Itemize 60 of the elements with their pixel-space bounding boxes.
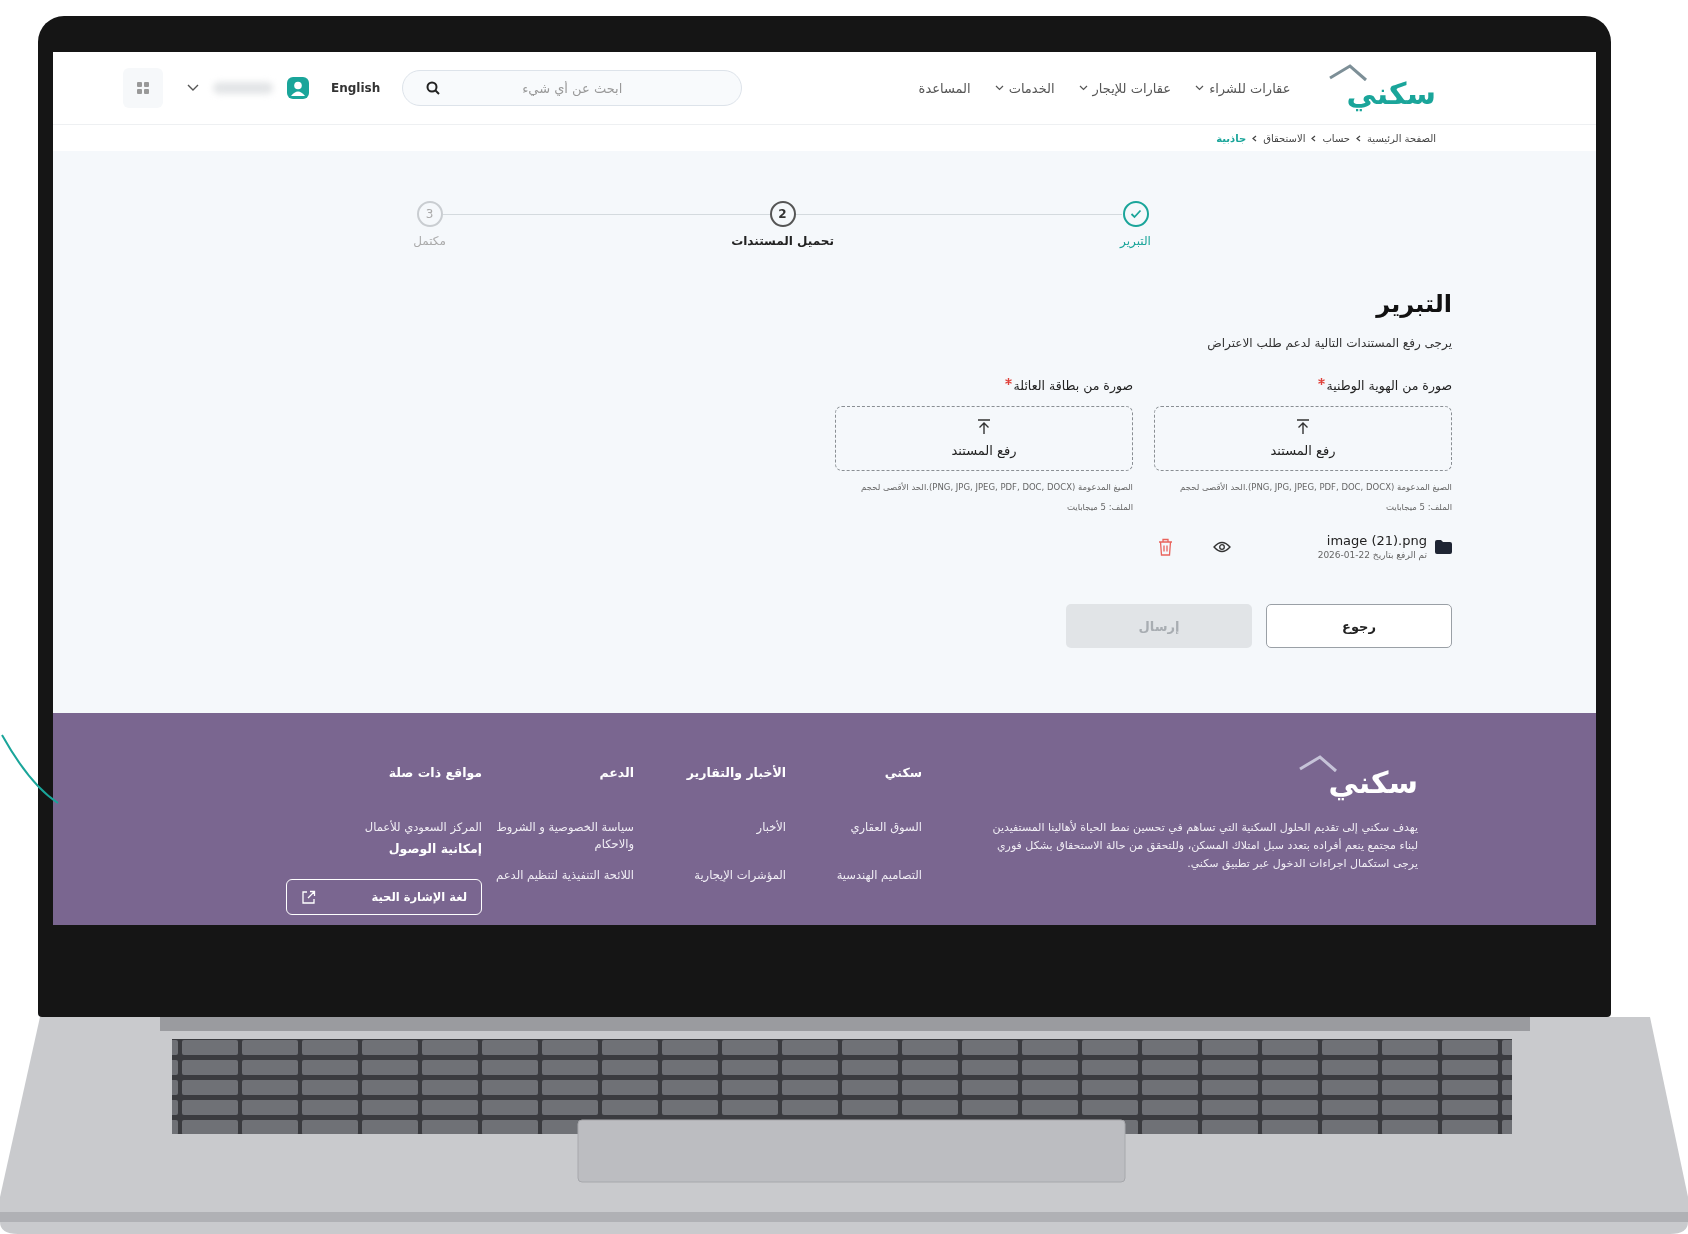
- footer-link[interactable]: التصاميم الهندسية: [836, 867, 922, 915]
- nav-link[interactable]: الخدمات: [994, 80, 1055, 96]
- footer-link[interactable]: اللائحة التنفيذية لتنظيم الدعم: [496, 867, 634, 915]
- search-icon: [426, 81, 441, 95]
- folder-icon: [1435, 539, 1452, 554]
- chevron-down-icon: [1195, 85, 1205, 91]
- step-label: مكتمل: [413, 234, 446, 248]
- footer-link[interactable]: الأخبار: [756, 819, 786, 867]
- check-icon: [1129, 209, 1142, 219]
- nav-link[interactable]: عقارات للإيجار: [1078, 80, 1172, 96]
- language-link[interactable]: English: [331, 81, 381, 95]
- footer-link[interactable]: السوق العقاري: [850, 819, 922, 867]
- nav-link[interactable]: المساعدة: [918, 80, 971, 96]
- page-title: التبرير: [1374, 290, 1452, 318]
- footer-heading: إمكانية الوصول: [388, 841, 482, 858]
- upload-dropzone[interactable]: رفع المستند: [835, 406, 1133, 471]
- step-label: التبرير: [1120, 234, 1151, 248]
- chevron-down-icon: [994, 85, 1004, 91]
- upload-hint: الصيغ المدعومة (PNG, JPG, JPEG, PDF, DOC, DOCX).الحد الأقصى لحجم الملف: 5 ميجابايت: [1179, 481, 1452, 514]
- step-number: 2: [778, 207, 787, 221]
- step-label: تحميل المستندات: [731, 234, 834, 248]
- file-name: image (21).png: [1325, 533, 1427, 548]
- footer-link[interactable]: سياسة الخصوصية و الشروط والاحكام: [484, 819, 634, 867]
- chevron-left-icon: [1311, 134, 1317, 142]
- chevron-left-icon: [1356, 134, 1361, 142]
- breadcrumb-link[interactable]: الاستحقاق: [1263, 132, 1306, 144]
- breadcrumb-link[interactable]: جاذبية: [1216, 132, 1247, 144]
- user-avatar-icon[interactable]: [287, 77, 309, 99]
- upload-hint: الصيغ المدعومة (PNG, JPG, JPEG, PDF, DOC, DOCX).الحد الأقصى لحجم الملف: 5 ميجابايت: [860, 481, 1133, 514]
- nav-link[interactable]: عقارات للشراء: [1195, 80, 1291, 96]
- eye-icon[interactable]: [1213, 540, 1231, 553]
- footer-heading: سكني: [884, 765, 922, 782]
- field-label: صورة من بطاقة العائلة: [1013, 378, 1133, 393]
- footer-link[interactable]: المؤشرات الإيجارية: [694, 867, 786, 915]
- blurred-user-name: [213, 82, 273, 94]
- page-subtitle: يرجى رفع المستندات التالية لدعم طلب الاعتراض: [1206, 336, 1452, 350]
- footer-description: يهدف سكني إلى تقديم الحلول السكنية التي تساهم في تحسين نمط الحياة لأهالينا المستفيدين لبناء مجتمع ينعم أفراده بتعدد سبل امتلاك المسكن، وللتحقق من حالة الاستحقاق بشكل فوري يرجى استكمال اجراءات الدخول عبر تطبيق سكني.: [991, 819, 1418, 872]
- logo[interactable]: سكني: [1346, 76, 1436, 112]
- grid-icon: [136, 81, 150, 95]
- upload-date: تم الرفع بتاريخ 22-01-2026: [1317, 550, 1427, 560]
- chevron-left-icon: [1252, 134, 1258, 142]
- upload-dropzone[interactable]: رفع المستند: [1154, 406, 1452, 471]
- footer-logo[interactable]: سكني: [1328, 765, 1418, 801]
- footer-heading: الأخبار والتقارير: [686, 765, 786, 782]
- chevron-down-icon: [1078, 85, 1088, 91]
- footer-heading: الدعم: [599, 765, 634, 782]
- apps-menu-button[interactable]: [123, 68, 163, 108]
- sign-language-button[interactable]: لغة الإشارة الحية: [286, 879, 482, 915]
- upload-icon: [977, 419, 991, 435]
- breadcrumb-link[interactable]: الصفحة الرئيسية: [1367, 132, 1436, 144]
- chevron-down-icon[interactable]: [187, 84, 199, 92]
- external-link-icon: [301, 889, 316, 905]
- step-number: 3: [425, 207, 434, 221]
- form-button[interactable]: رجوع: [1266, 604, 1452, 648]
- field-label: صورة من الهوية الوطنية: [1326, 378, 1452, 393]
- breadcrumb-link[interactable]: حساب: [1322, 132, 1350, 144]
- trash-icon[interactable]: [1158, 537, 1173, 556]
- footer-link[interactable]: المركز السعودي للأعمال: [364, 819, 482, 841]
- footer-heading: مواقع ذات صلة: [388, 765, 482, 782]
- upload-icon: [1296, 419, 1310, 435]
